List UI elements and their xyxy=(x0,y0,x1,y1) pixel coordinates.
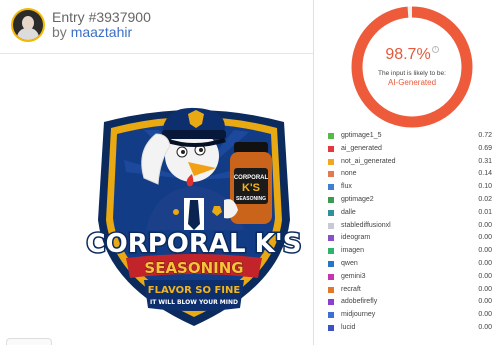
score-label: flux xyxy=(341,183,352,191)
score-row: ai_generated 0.69 xyxy=(324,143,494,156)
gauge-ring xyxy=(351,6,473,128)
logo-tagline-2: IT WILL BLOW YOUR MIND xyxy=(150,299,238,306)
score-value: 0.69 xyxy=(478,144,492,152)
score-swatch xyxy=(328,158,334,165)
score-label: not_ai_generated xyxy=(341,157,396,165)
score-value: 0.10 xyxy=(478,183,492,191)
score-label: lucid xyxy=(341,323,356,331)
score-row: not_ai_generated 0.31 xyxy=(324,156,494,169)
score-value: 0.00 xyxy=(478,234,492,242)
uniform-button xyxy=(173,209,179,215)
score-value: 0.00 xyxy=(478,272,492,280)
score-value: 0.31 xyxy=(478,157,492,165)
chicken-pupil-left xyxy=(181,150,185,154)
detection-gauge: 98.7% i The input is likely to be: AI-Gen… xyxy=(349,4,475,130)
entry-byline: by maaztahir xyxy=(52,24,132,40)
score-value: 0.00 xyxy=(478,221,492,229)
score-value: 0.00 xyxy=(478,323,492,331)
detection-panel: 98.7% i The input is likely to be: AI-Gen… xyxy=(314,0,500,345)
score-label: adobefirefly xyxy=(341,298,378,306)
score-value: 0.00 xyxy=(478,285,492,293)
score-swatch xyxy=(328,299,334,306)
bottle-label-2: K'S xyxy=(242,182,260,194)
score-label: dalle xyxy=(341,208,356,216)
score-row: qwen 0.00 xyxy=(324,258,494,271)
score-row: none 0.14 xyxy=(324,168,494,181)
gauge-percent-value: 98.7% xyxy=(385,46,431,63)
score-swatch xyxy=(328,222,334,229)
avatar[interactable] xyxy=(11,8,45,42)
score-row: flux 0.10 xyxy=(324,181,494,194)
score-row: gemini3 0.00 xyxy=(324,271,494,284)
entry-header: Entry #3937900 by maaztahir xyxy=(0,0,313,46)
score-row: gptimage1_5 0.72 xyxy=(324,130,494,143)
gauge-verdict: AI-Generated xyxy=(387,78,437,87)
score-swatch xyxy=(328,209,334,216)
score-value: 0.01 xyxy=(478,208,492,216)
bottom-control[interactable] xyxy=(6,338,52,345)
score-swatch xyxy=(328,248,334,255)
score-label: gemini3 xyxy=(341,272,366,280)
score-label: ideogram xyxy=(341,234,371,242)
score-value: 0.00 xyxy=(478,247,492,255)
score-swatch xyxy=(328,133,334,139)
avatar-face-shape xyxy=(22,16,34,30)
logo-tagline: FLAVOR SO FINE xyxy=(148,285,241,296)
score-row: dalle 0.01 xyxy=(324,207,494,220)
entry-title: Entry #3937900 xyxy=(52,9,151,25)
score-label: none xyxy=(341,170,357,178)
score-swatch xyxy=(328,184,334,191)
entry-panel: Entry #3937900 by maaztahir CORPORAL K'S… xyxy=(0,0,313,345)
score-label: recraft xyxy=(341,285,361,293)
score-row: ideogram 0.00 xyxy=(324,232,494,245)
score-swatch xyxy=(328,145,334,152)
byline-prefix: by xyxy=(52,24,71,40)
gauge-fill xyxy=(351,6,473,128)
score-row: stablediffusionxl 0.00 xyxy=(324,220,494,233)
score-value: 0.00 xyxy=(478,259,492,267)
avatar-image xyxy=(13,10,43,40)
score-row: midjourney 0.00 xyxy=(324,309,494,322)
score-value: 0.72 xyxy=(478,132,492,139)
score-swatch xyxy=(328,196,334,203)
score-swatch xyxy=(328,235,334,242)
score-row: lucid 0.00 xyxy=(324,322,494,335)
entry-image[interactable]: CORPORAL K'S SEASONING CORPORAL K'S SEAS… xyxy=(84,90,304,330)
score-swatch xyxy=(328,171,334,178)
score-swatch xyxy=(328,260,334,267)
score-swatch xyxy=(328,312,334,319)
score-label: gptimage1_5 xyxy=(341,132,382,139)
score-label: imagen xyxy=(341,247,364,255)
bottle-label-3: SEASONING xyxy=(236,196,266,202)
score-value: 0.02 xyxy=(478,195,492,203)
score-label: stablediffusionxl xyxy=(341,221,391,229)
bottle-label-1: CORPORAL xyxy=(234,175,269,181)
corporal-ks-logo: CORPORAL K'S SEASONING CORPORAL K'S SEAS… xyxy=(85,107,303,326)
info-icon[interactable]: i xyxy=(431,46,439,53)
score-list: gptimage1_5 0.72 ai_generated 0.69 not_ai_ge… xyxy=(324,130,494,335)
gauge-caption: The input is likely to be: xyxy=(378,70,446,77)
chicken-pupil-right xyxy=(199,148,203,152)
score-value: 0.00 xyxy=(478,298,492,306)
author-link[interactable]: maaztahir xyxy=(71,24,132,40)
score-label: gptimage2 xyxy=(341,195,374,203)
score-swatch xyxy=(328,273,334,280)
score-label: midjourney xyxy=(341,311,376,319)
police-cap-band xyxy=(162,130,226,139)
score-row: gptimage2 0.02 xyxy=(324,194,494,207)
score-row: recraft 0.00 xyxy=(324,284,494,297)
uniform-tie xyxy=(188,200,200,230)
score-value: 0.14 xyxy=(478,170,492,178)
score-row: imagen 0.00 xyxy=(324,245,494,258)
logo-subtitle: SEASONING xyxy=(144,259,243,277)
score-row: adobefirefly 0.00 xyxy=(324,296,494,309)
score-swatch xyxy=(328,324,334,331)
score-value: 0.00 xyxy=(478,311,492,319)
header-divider xyxy=(0,53,313,54)
score-swatch xyxy=(328,286,334,293)
score-label: ai_generated xyxy=(341,144,382,152)
gauge-percent: 98.7% i xyxy=(349,46,475,64)
score-label: qwen xyxy=(341,259,358,267)
